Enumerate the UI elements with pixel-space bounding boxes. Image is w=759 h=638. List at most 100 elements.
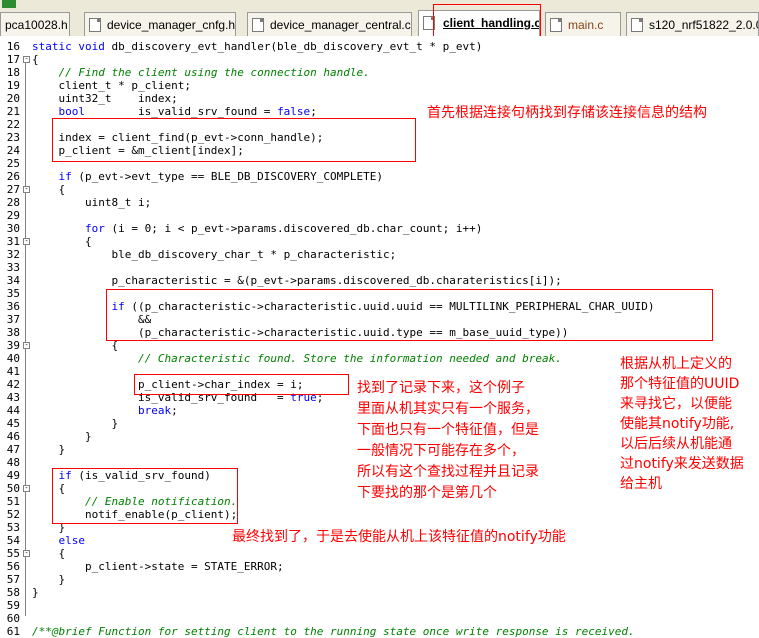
annotation-enable-notify: 最终找到了，于是去使能从机上该特征值的notify功能 (232, 529, 566, 545)
tab-label: pca10028.h (5, 18, 68, 32)
file-icon (89, 18, 101, 32)
code-line[interactable]: ble_db_discovery_char_t * p_characterist… (32, 248, 396, 261)
line-number: 50 (6, 482, 20, 495)
code-line[interactable]: static void db_discovery_evt_handler(ble… (32, 40, 482, 53)
fold-toggle-icon[interactable]: - (23, 238, 30, 245)
line-number: 24 (6, 144, 20, 157)
code-line[interactable]: uint32_t index; (32, 92, 177, 105)
line-number: 40 (6, 352, 20, 365)
line-number: 44 (6, 404, 20, 417)
code-line[interactable]: } (32, 417, 118, 430)
line-number: 60 (6, 612, 20, 625)
fold-toggle-icon[interactable]: - (23, 56, 30, 63)
file-icon (631, 18, 643, 32)
line-number: 35 (6, 287, 20, 300)
line-number: 16 (6, 40, 20, 53)
line-number: 47 (6, 443, 20, 456)
tab-label: main.c (568, 18, 604, 32)
code-line[interactable]: for (i = 0; i < p_evt->params.discovered… (32, 222, 482, 235)
editor-tab-bar: pca10028.h device_manager_cnfg.h device_… (0, 0, 759, 48)
code-line[interactable]: } (32, 586, 39, 599)
code-line[interactable]: { (32, 53, 39, 66)
annotation-find-client: 首先根据连接句柄找到存储该连接信息的结构 (427, 105, 707, 121)
line-number: 39 (6, 339, 20, 352)
fold-line (25, 56, 26, 616)
code-line[interactable]: client_t * p_client; (32, 79, 190, 92)
highlight-box-client-find (52, 118, 416, 162)
line-number: 34 (6, 274, 20, 287)
line-number: 51 (6, 495, 20, 508)
line-number: 54 (6, 534, 20, 547)
line-number: 53 (6, 521, 20, 534)
line-number: 17 (6, 53, 20, 66)
line-number: 22 (6, 118, 20, 131)
code-line[interactable]: /**@brief Function for setting client to… (32, 625, 635, 638)
annotation-record-index: 找到了记录下来，这个例子 里面从机其实只有一个服务， 下面也只有一个特征值，但是… (357, 380, 539, 501)
highlight-box-char-index (134, 374, 349, 395)
line-number: 28 (6, 196, 20, 209)
line-number: 32 (6, 248, 20, 261)
tab-device-manager-cnfg-h[interactable]: device_manager_cnfg.h (84, 12, 236, 36)
line-number: 27 (6, 183, 20, 196)
line-number: 55 (6, 547, 20, 560)
line-number: 29 (6, 209, 20, 222)
line-number: 20 (6, 92, 20, 105)
line-number: 56 (6, 560, 20, 573)
line-number: 21 (6, 105, 20, 118)
code-line[interactable]: p_client->state = STATE_ERROR; (32, 560, 284, 573)
file-icon (550, 18, 562, 32)
line-number: 23 (6, 131, 20, 144)
code-line[interactable]: uint8_t i; (32, 196, 151, 209)
fold-toggle-icon[interactable]: - (23, 485, 30, 492)
code-line[interactable]: { (32, 235, 92, 248)
code-line[interactable]: else (32, 534, 86, 547)
annotation-uuid-search: 根据从机上定义的 那个特征值的UUID 来寻找它，以便能 使能其notify功能… (620, 356, 744, 492)
highlight-box-uuid-compare (106, 289, 713, 341)
code-editor[interactable]: 16 static void db_discovery_evt_handler(b… (0, 36, 759, 638)
line-number: 33 (6, 261, 20, 274)
line-number: 42 (6, 378, 20, 391)
tab-s120-nrf51822[interactable]: s120_nrf51822_2.0.0_ (626, 12, 759, 36)
code-line[interactable]: break; (32, 404, 178, 417)
line-number: 36 (6, 300, 20, 313)
code-line[interactable]: // Characteristic found. Store the infor… (32, 352, 562, 365)
tab-main-c[interactable]: main.c (545, 12, 621, 36)
line-number: 18 (6, 66, 20, 79)
code-line[interactable]: { (32, 183, 65, 196)
fold-margin (22, 36, 30, 638)
line-number: 59 (6, 599, 20, 612)
line-number: 61 (6, 625, 20, 638)
code-line[interactable]: } (32, 430, 92, 443)
line-number: 57 (6, 573, 20, 586)
fold-toggle-icon[interactable]: - (23, 550, 30, 557)
line-number: 48 (6, 456, 20, 469)
code-line[interactable]: // Find the client using the connection … (32, 66, 370, 79)
code-line[interactable]: bool is_valid_srv_found = false; (32, 105, 317, 118)
tab-label: device_manager_central.c (270, 18, 411, 32)
editor-app-icon (2, 0, 16, 8)
code-line[interactable]: if (p_evt->evt_type == BLE_DB_DISCOVERY_… (32, 170, 384, 183)
fold-toggle-icon[interactable]: - (23, 186, 30, 193)
line-number: 19 (6, 79, 20, 92)
file-icon (252, 18, 264, 32)
line-number: 46 (6, 430, 20, 443)
line-number: 58 (6, 586, 20, 599)
line-number: 26 (6, 170, 20, 183)
code-line[interactable]: p_characteristic = &(p_evt->params.disco… (32, 274, 561, 287)
line-number: 43 (6, 391, 20, 404)
code-line[interactable]: } (32, 573, 65, 586)
line-number: 30 (6, 222, 20, 235)
line-number: 45 (6, 417, 20, 430)
highlight-box-notif-enable (52, 468, 238, 524)
tab-label: s120_nrf51822_2.0.0_ (649, 18, 759, 32)
line-number: 52 (6, 508, 20, 521)
line-number: 38 (6, 326, 20, 339)
tab-device-manager-central-c[interactable]: device_manager_central.c (247, 12, 412, 36)
line-number: 49 (6, 469, 20, 482)
tab-pca10028-h[interactable]: pca10028.h (0, 12, 70, 36)
line-number: 37 (6, 313, 20, 326)
code-line[interactable]: } (32, 443, 65, 456)
fold-toggle-icon[interactable]: - (23, 342, 30, 349)
line-number: 41 (6, 365, 20, 378)
code-line[interactable]: { (32, 547, 65, 560)
